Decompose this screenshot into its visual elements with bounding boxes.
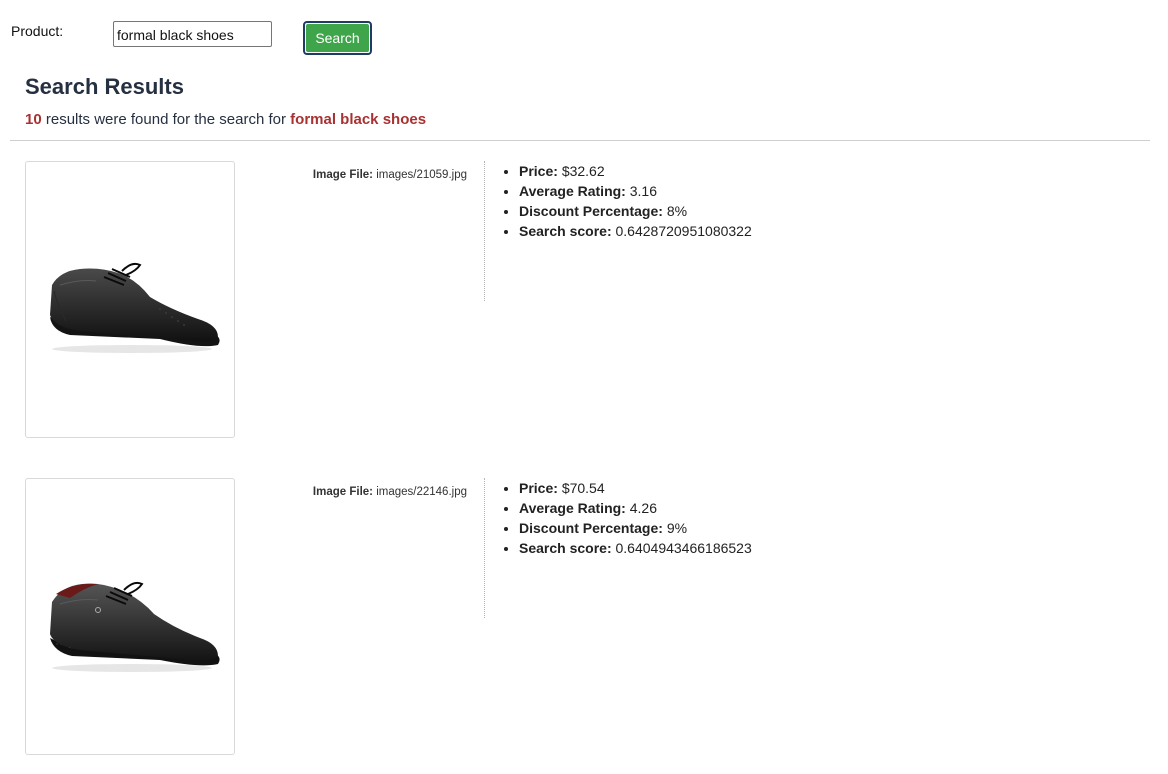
search-button[interactable]: Search <box>306 24 369 52</box>
discount-label: Discount Percentage: <box>519 520 663 536</box>
result-image <box>25 161 235 438</box>
discount-value: 8% <box>666 203 688 219</box>
column-divider <box>484 478 485 618</box>
product-label: Product: <box>11 23 64 39</box>
discount-item: Discount Percentage: 8% <box>519 201 752 221</box>
image-file-info: Image File: images/21059.jpg <box>250 169 467 181</box>
score-item: Search score: 0.6404943466186523 <box>519 538 752 558</box>
rating-value: 4.26 <box>629 500 657 516</box>
discount-value: 9% <box>666 520 688 536</box>
discount-label: Discount Percentage: <box>519 203 663 219</box>
result-image <box>25 478 235 755</box>
divider <box>10 140 1150 141</box>
search-results-page: Product: Search Search Results 10 result… <box>0 0 1168 774</box>
image-file-value: images/22146.jpg <box>376 486 467 498</box>
product-search-input[interactable] <box>113 21 272 47</box>
score-value: 0.6404943466186523 <box>615 540 752 556</box>
result-details: Price: $32.62 Average Rating: 3.16 Disco… <box>499 161 752 241</box>
price-label: Price: <box>519 163 558 179</box>
shoe-icon <box>50 262 220 353</box>
rating-value: 3.16 <box>629 183 657 199</box>
price-label: Price: <box>519 480 558 496</box>
score-value: 0.6428720951080322 <box>615 223 752 239</box>
price-item: Price: $70.54 <box>519 478 752 498</box>
price-value: $32.62 <box>561 163 605 179</box>
image-file-label: Image File: <box>312 486 373 498</box>
rating-item: Average Rating: 3.16 <box>519 181 752 201</box>
shoe-icon <box>50 581 220 672</box>
results-query: formal black shoes <box>290 111 427 128</box>
score-label: Search score: <box>519 223 612 239</box>
rating-item: Average Rating: 4.26 <box>519 498 752 518</box>
price-item: Price: $32.62 <box>519 161 752 181</box>
rating-label: Average Rating: <box>519 500 626 516</box>
price-value: $70.54 <box>561 480 605 496</box>
image-file-info: Image File: images/22146.jpg <box>250 486 467 498</box>
results-summary: 10 results were found for the search for… <box>25 111 426 128</box>
image-file-label: Image File: <box>312 169 373 181</box>
column-divider <box>484 161 485 301</box>
discount-item: Discount Percentage: 9% <box>519 518 752 538</box>
score-item: Search score: 0.6428720951080322 <box>519 221 752 241</box>
rating-label: Average Rating: <box>519 183 626 199</box>
results-summary-text: results were found for the search for <box>45 111 286 128</box>
image-file-value: images/21059.jpg <box>376 169 467 181</box>
search-form: Product: Search <box>0 0 1168 60</box>
search-button-focus-ring: Search <box>303 21 372 55</box>
score-label: Search score: <box>519 540 612 556</box>
results-count: 10 <box>25 111 42 128</box>
result-details: Price: $70.54 Average Rating: 4.26 Disco… <box>499 478 752 558</box>
results-title: Search Results <box>25 74 184 99</box>
